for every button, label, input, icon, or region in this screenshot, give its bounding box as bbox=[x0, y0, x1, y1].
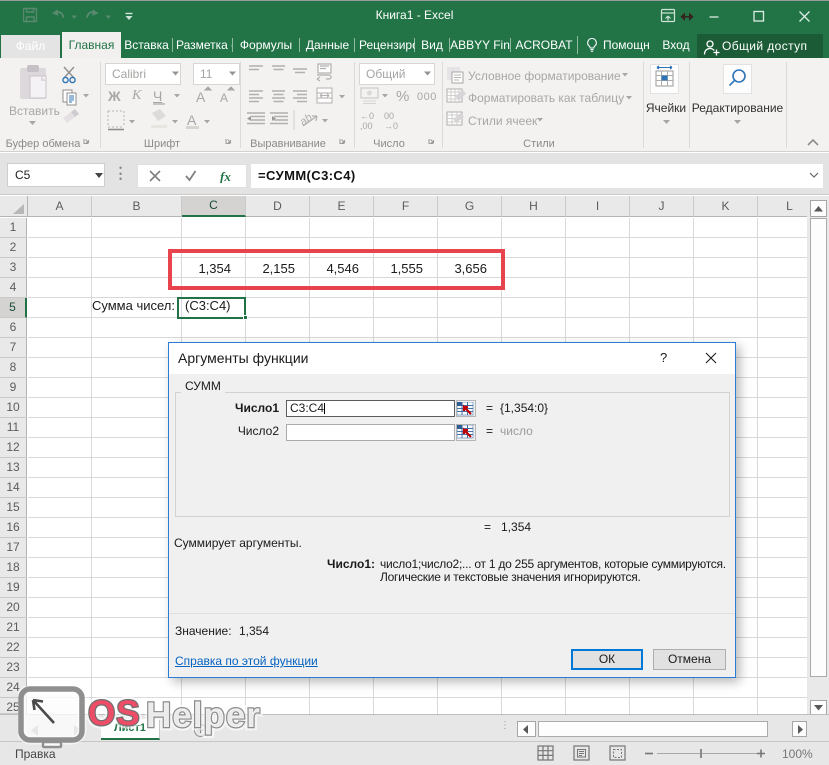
svg-text:100%: 100% bbox=[782, 747, 813, 761]
svg-text:Helper: Helper bbox=[146, 696, 261, 735]
svg-text:fx: fx bbox=[220, 169, 231, 183]
svg-text:OS: OS bbox=[88, 694, 141, 733]
